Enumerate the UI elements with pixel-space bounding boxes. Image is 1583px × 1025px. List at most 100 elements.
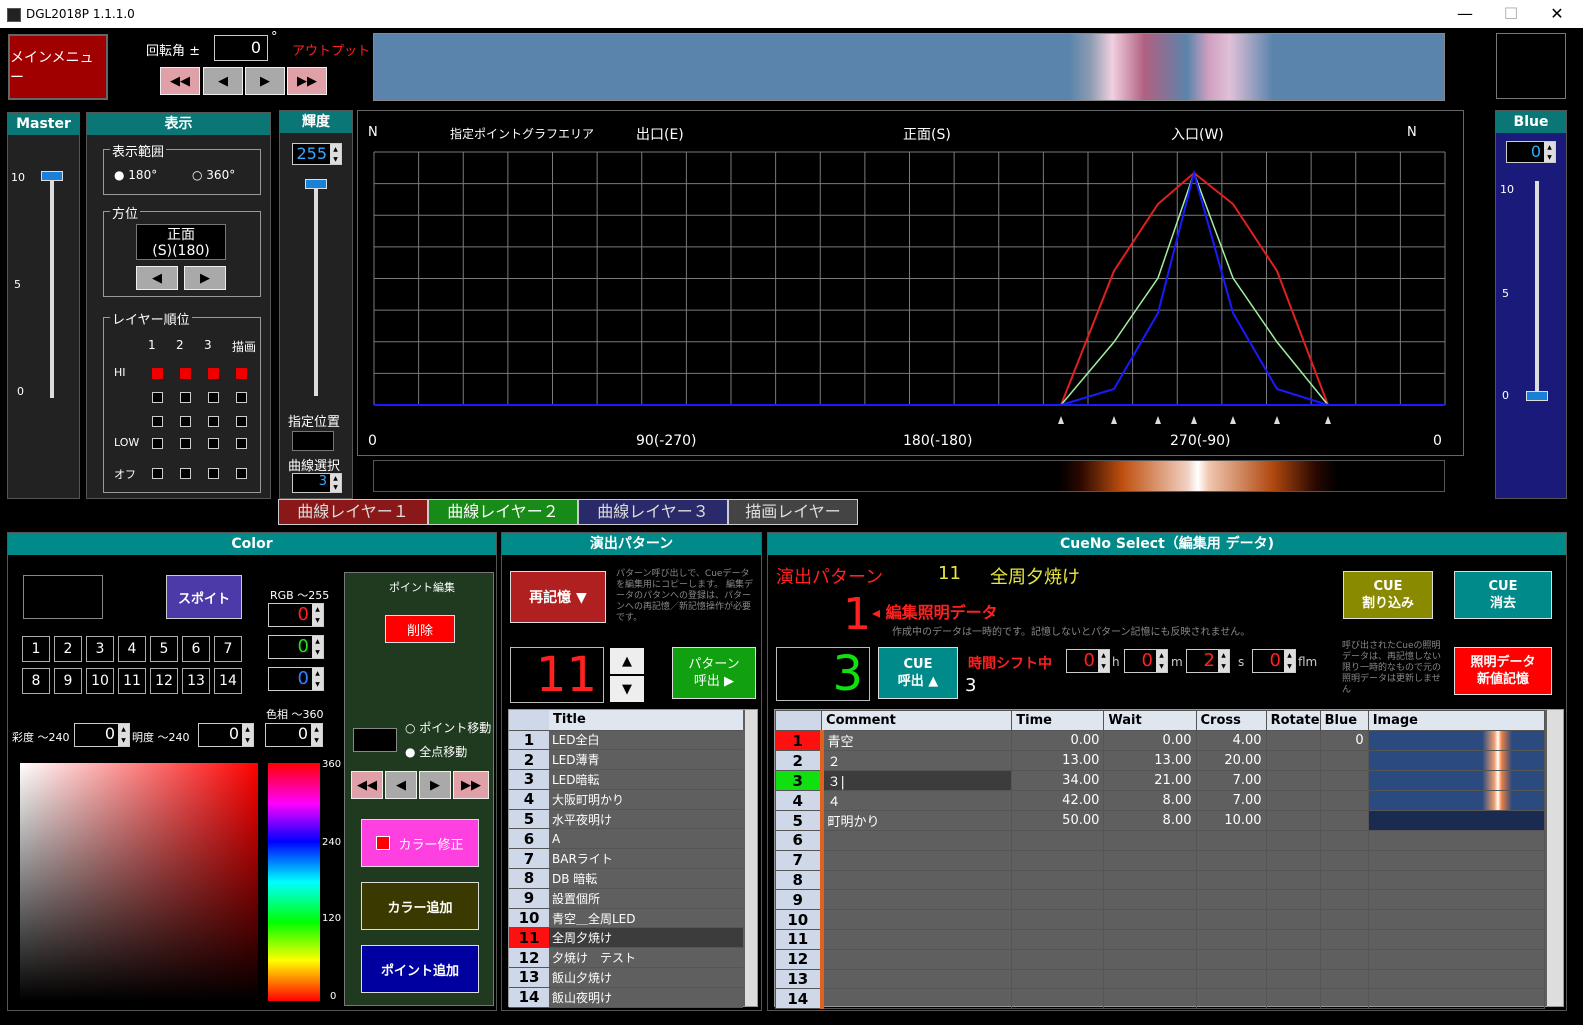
- master-slider-thumb[interactable]: [41, 171, 63, 181]
- layer-checkbox[interactable]: [180, 468, 191, 479]
- graph-area[interactable]: N 指定ポイントグラフエリア 出口(E) 正面(S) 入口(W) N 0 90(…: [357, 110, 1464, 456]
- hue-slider[interactable]: [268, 763, 320, 1001]
- cue-scrollbar[interactable]: [1547, 710, 1563, 1006]
- rotation-input[interactable]: 0: [214, 35, 268, 61]
- layer-checkbox[interactable]: [180, 416, 191, 427]
- point-rewind-fast-button[interactable]: ◀◀: [351, 771, 383, 799]
- pattern-row[interactable]: 2 LED薄青: [509, 749, 743, 771]
- brightness-spinner[interactable]: 255 ▲ ▼: [292, 143, 342, 165]
- pattern-scrollbar[interactable]: [745, 710, 757, 1006]
- tab-curve-layer-2[interactable]: 曲線レイヤー２: [428, 499, 578, 525]
- cue-row[interactable]: 11: [774, 928, 1546, 950]
- pattern-row[interactable]: 6A: [509, 828, 743, 850]
- brightness-slider-thumb[interactable]: [305, 179, 327, 189]
- layer-checkbox[interactable]: [236, 468, 247, 479]
- point-handle[interactable]: [1325, 416, 1331, 424]
- all-move-radio[interactable]: ● 全点移動: [405, 743, 467, 760]
- palette-swatch[interactable]: 11: [118, 668, 146, 694]
- blue-slider-track[interactable]: [1535, 181, 1539, 396]
- brightness-slider-track[interactable]: [314, 181, 318, 396]
- cue-row[interactable]: 13: [774, 968, 1546, 990]
- pattern-up-button[interactable]: ▲: [610, 648, 644, 674]
- layer-checkbox[interactable]: [208, 468, 219, 479]
- layer-checkbox[interactable]: [236, 438, 247, 449]
- brightness-value-spinner[interactable]: 0 ▲ ▼: [198, 723, 254, 747]
- pattern-row[interactable]: 11 全周夕焼け: [509, 927, 743, 949]
- saturation-spinner[interactable]: 0 ▲ ▼: [74, 723, 130, 747]
- layer-checkbox[interactable]: [236, 392, 247, 403]
- point-handle[interactable]: [1230, 416, 1236, 424]
- point-move-radio[interactable]: ○ ポイント移動: [405, 719, 491, 736]
- close-button[interactable]: ✕: [1534, 2, 1580, 26]
- rgb-green-spinner[interactable]: 0 ▲ ▼: [268, 635, 324, 659]
- pattern-row[interactable]: 5 水平夜明け: [509, 809, 743, 830]
- point-handle[interactable]: [1191, 416, 1197, 424]
- pattern-row[interactable]: 8 DB 暗転: [509, 868, 743, 889]
- pattern-row[interactable]: 13 飯山夕焼け: [509, 967, 743, 988]
- cue-row[interactable]: 6: [774, 830, 1546, 851]
- pattern-down-button[interactable]: ▼: [610, 676, 644, 702]
- point-handle[interactable]: [1274, 416, 1280, 424]
- shift-second-spinner[interactable]: 2 ▲ ▼: [1186, 649, 1230, 673]
- palette-swatch[interactable]: 2: [54, 636, 82, 662]
- shift-minute-spinner[interactable]: 0 ▲ ▼: [1124, 649, 1168, 673]
- palette-swatch[interactable]: 3: [86, 636, 114, 662]
- master-slider-track[interactable]: [50, 173, 54, 398]
- range-option-360[interactable]: ○ 360°: [192, 168, 235, 182]
- pattern-row[interactable]: 1 LED全白: [509, 730, 743, 751]
- palette-swatch[interactable]: 7: [214, 636, 242, 662]
- cue-row[interactable]: 10: [774, 909, 1546, 930]
- point-forward-button[interactable]: ▶: [419, 771, 451, 799]
- saturation-brightness-picker[interactable]: [20, 763, 258, 1001]
- layer-checkbox[interactable]: [208, 416, 219, 427]
- layer-checkbox[interactable]: [152, 392, 163, 403]
- pattern-row[interactable]: 10 青空＿全周LED: [509, 908, 743, 929]
- new-save-button[interactable]: 照明データ 新値記憶: [1454, 647, 1552, 695]
- palette-swatch[interactable]: 13: [182, 668, 210, 694]
- palette-swatch[interactable]: 10: [86, 668, 114, 694]
- cue-row[interactable]: 14: [774, 988, 1546, 1010]
- pattern-call-button[interactable]: パターン 呼出 ▶: [672, 647, 756, 699]
- point-handle[interactable]: [1155, 416, 1161, 424]
- pattern-row[interactable]: 9 設置個所: [509, 888, 743, 909]
- cue-row[interactable]: 3 ３| 34.00 21.00 7.00: [774, 770, 1546, 791]
- direction-left-button[interactable]: ◀: [136, 266, 178, 290]
- forward-button[interactable]: ▶: [245, 67, 285, 95]
- cue-row[interactable]: 2 ２ 13.00 13.00 20.00: [774, 750, 1546, 771]
- layer-checkbox[interactable]: [180, 392, 191, 403]
- layer-checkbox[interactable]: [180, 368, 191, 379]
- rgb-blue-spinner[interactable]: 0 ▲ ▼: [268, 667, 324, 691]
- layer-checkbox[interactable]: [236, 416, 247, 427]
- layer-checkbox[interactable]: [208, 392, 219, 403]
- main-menu-button[interactable]: メインメニュー: [8, 34, 108, 100]
- curve-select-spinner[interactable]: 3 ▲ ▼: [292, 473, 342, 493]
- position-input[interactable]: [292, 431, 334, 451]
- minimize-button[interactable]: —: [1442, 2, 1488, 26]
- pattern-row[interactable]: 4 大阪町明かり: [509, 789, 743, 810]
- range-option-180[interactable]: ● 180°: [114, 168, 157, 182]
- shift-frame-spinner[interactable]: 0 ▲ ▼: [1252, 649, 1296, 673]
- color-fix-button[interactable]: カラー修正: [361, 819, 479, 867]
- hue-spinner[interactable]: 0 ▲ ▼: [265, 723, 323, 747]
- palette-swatch[interactable]: 1: [22, 636, 50, 662]
- delete-button[interactable]: 削除: [385, 615, 455, 643]
- forward-fast-button[interactable]: ▶▶: [287, 67, 327, 95]
- palette-swatch[interactable]: 8: [22, 668, 50, 694]
- layer-checkbox[interactable]: [152, 438, 163, 449]
- layer-checkbox[interactable]: [208, 368, 219, 379]
- cue-row[interactable]: 5 町明かり 50.00 8.00 10.00: [774, 810, 1546, 831]
- maximize-button[interactable]: ☐: [1488, 2, 1534, 26]
- blue-spinner[interactable]: 0 ▲ ▼: [1506, 141, 1556, 163]
- cue-call-button[interactable]: CUE 呼出 ▲: [878, 647, 958, 699]
- palette-swatch[interactable]: 14: [214, 668, 242, 694]
- rgb-red-spinner[interactable]: 0 ▲ ▼: [268, 603, 324, 627]
- recall-button[interactable]: 再記憶 ▼: [510, 571, 606, 623]
- cue-row[interactable]: 9: [774, 889, 1546, 911]
- tab-curve-layer-1[interactable]: 曲線レイヤー１: [278, 499, 428, 525]
- cue-row[interactable]: 1 青空 0.00 0.00 4.00 0: [774, 730, 1546, 751]
- palette-swatch[interactable]: 5: [150, 636, 178, 662]
- rewind-button[interactable]: ◀: [203, 67, 243, 95]
- palette-swatch[interactable]: 6: [182, 636, 210, 662]
- layer-checkbox[interactable]: [180, 438, 191, 449]
- layer-checkbox[interactable]: [152, 368, 163, 379]
